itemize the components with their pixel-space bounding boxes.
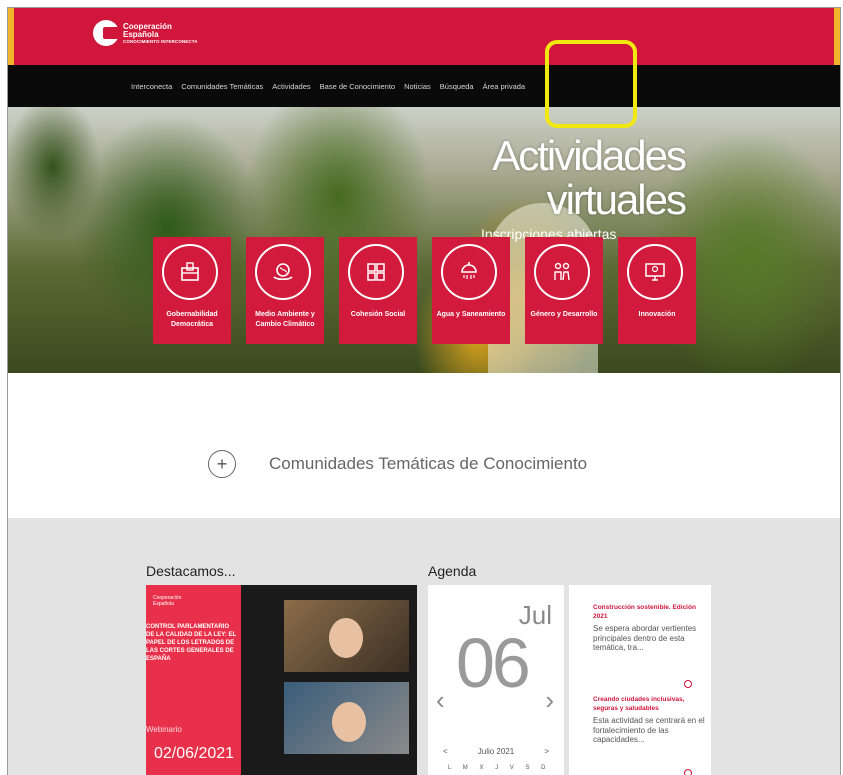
communities-toggle[interactable]: + Comunidades Temáticas de Conocimiento: [208, 450, 587, 478]
month-prev-icon[interactable]: <: [443, 747, 448, 756]
calendar-day: 06: [456, 624, 531, 702]
featured-image[interactable]: Cooperación Española CONTROL PARLAMENTAR…: [146, 585, 417, 775]
poster-title: CONTROL PARLAMENTARIO DE LA CALIDAD DE L…: [146, 624, 236, 662]
nav-interconecta[interactable]: Interconecta: [131, 82, 172, 91]
agenda-events: Construcción sostenible. Edición 2021 Se…: [569, 585, 711, 775]
cooperacion-logo-icon: [93, 20, 119, 46]
agenda-calendar: Jul 06 ‹ › < Julio 2021 > L M X J V S D: [428, 585, 564, 775]
video-participant-2: [284, 682, 409, 754]
event-description: Esta actividad se centrará en el fortale…: [593, 716, 705, 744]
category-label: Género y Desarrollo: [530, 311, 598, 318]
category-cohesion-social[interactable]: Cohesión Social: [339, 237, 417, 344]
puzzle-icon: [348, 244, 404, 300]
category-label: Agua y Saneamiento: [436, 311, 506, 318]
hero-title: Actividades virtuales: [492, 132, 687, 223]
main-nav: Interconecta Comunidades Temáticas Activ…: [8, 65, 840, 107]
nav-busqueda[interactable]: Búsqueda: [440, 82, 474, 91]
event-marker-icon: [684, 769, 692, 775]
event-item: Construcción sostenible. Edición 2021 Se…: [593, 603, 705, 653]
featured-poster: Cooperación Española CONTROL PARLAMENTAR…: [146, 585, 241, 775]
calendar-month-nav: < Julio 2021 >: [443, 747, 549, 756]
category-medio-ambiente[interactable]: Medio Ambiente y Cambio Climático: [246, 237, 324, 344]
highlights-section: [8, 518, 840, 775]
plus-circle-icon: +: [208, 450, 236, 478]
category-tiles: Gobernabilidad Democrática Medio Ambient…: [153, 237, 696, 344]
category-innovacion[interactable]: Innovación: [618, 237, 696, 344]
ballot-box-icon: [162, 244, 218, 300]
video-participant-1: [284, 600, 409, 672]
category-label: Medio Ambiente y Cambio Climático: [255, 311, 315, 328]
chevron-left-icon[interactable]: ‹: [436, 685, 445, 716]
poster-logo-text: Cooperación Española: [153, 595, 182, 607]
participant-face: [332, 702, 366, 742]
event-description: Se espera abordar vertientes principales…: [593, 624, 697, 652]
communities-label: Comunidades Temáticas de Conocimiento: [269, 454, 588, 473]
header-accent-right: [834, 8, 840, 65]
globe-hands-icon: [255, 244, 311, 300]
participant-face: [329, 618, 363, 658]
event-title[interactable]: Construcción sostenible. Edición 2021: [593, 603, 705, 621]
header-accent-left: [8, 8, 14, 65]
browser-viewport: Cooperación Española CONOCIMIENTO INTERC…: [7, 7, 841, 775]
calendar-month-label: Julio 2021: [477, 747, 515, 756]
category-label: Gobernabilidad Democrática: [166, 311, 218, 328]
hero-banner[interactable]: Actividades virtuales Inscripciones abie…: [8, 107, 840, 373]
people-icon: [534, 244, 590, 300]
shower-icon: [441, 244, 497, 300]
event-item: Creando ciudades inclusivas, seguras y s…: [593, 695, 705, 745]
category-genero-desarrollo[interactable]: Género y Desarrollo: [525, 237, 603, 344]
featured-heading: Destacamos...: [146, 563, 236, 579]
nav-base-de-conocimiento[interactable]: Base de Conocimiento: [320, 82, 395, 91]
category-agua-saneamiento[interactable]: Agua y Saneamiento: [432, 237, 510, 344]
site-logo[interactable]: Cooperación Española CONOCIMIENTO INTERC…: [93, 20, 198, 46]
monitor-bulb-icon: [627, 244, 683, 300]
site-header: Cooperación Española CONOCIMIENTO INTERC…: [8, 8, 840, 65]
highlight-annotation: [545, 40, 637, 128]
category-label: Cohesión Social: [350, 311, 406, 318]
poster-type: Webinario: [146, 725, 182, 734]
logo-subtitle: CONOCIMIENTO INTERCONECTA: [123, 38, 198, 44]
event-title[interactable]: Creando ciudades inclusivas, seguras y s…: [593, 695, 705, 713]
month-next-icon[interactable]: >: [544, 747, 549, 756]
event-marker-icon: [684, 680, 692, 688]
poster-date: 02/06/2021: [154, 745, 235, 762]
chevron-right-icon[interactable]: ›: [545, 685, 554, 716]
category-label: Innovación: [638, 311, 676, 318]
nav-area-privada[interactable]: Área privada: [483, 82, 526, 91]
logo-line2: Española: [123, 29, 159, 39]
nav-comunidades-tematicas[interactable]: Comunidades Temáticas: [181, 82, 263, 91]
agenda-heading: Agenda: [428, 563, 477, 579]
nav-noticias[interactable]: Noticias: [404, 82, 431, 91]
calendar-weekdays: L M X J V S D: [448, 765, 551, 771]
nav-actividades[interactable]: Actividades: [272, 82, 310, 91]
category-gobernabilidad[interactable]: Gobernabilidad Democrática: [153, 237, 231, 344]
